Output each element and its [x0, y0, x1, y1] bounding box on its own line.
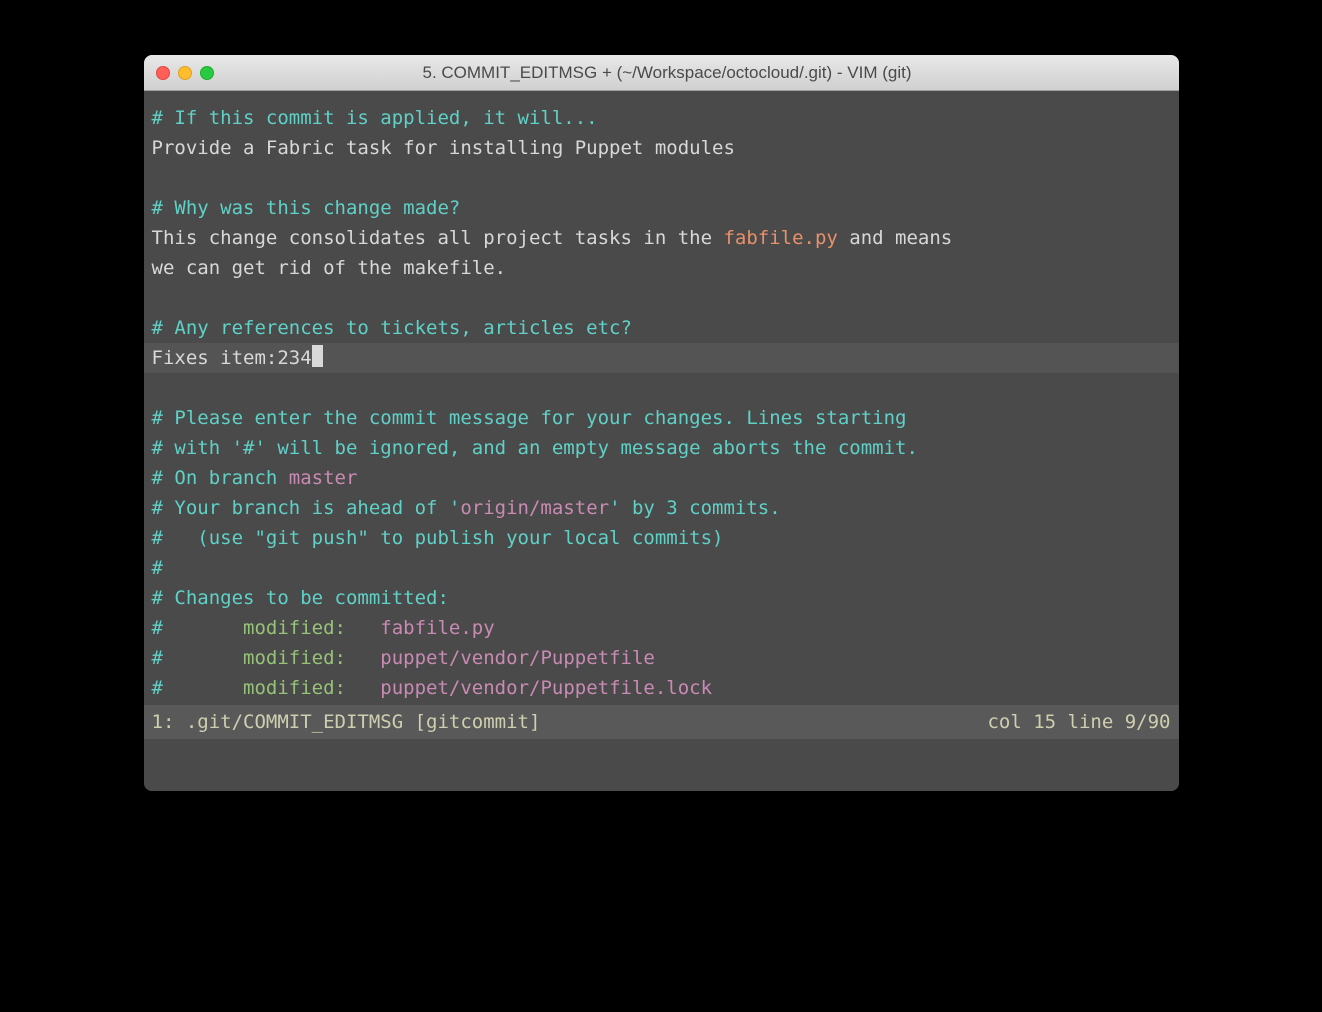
filename-highlight: fabfile.py — [723, 227, 837, 249]
comment-line: # If this commit is applied, it will... — [152, 107, 598, 129]
modified-file: puppet/vendor/Puppetfile — [380, 647, 655, 669]
vim-statusbar: 1: .git/COMMIT_EDITMSG [gitcommit] col 1… — [144, 705, 1179, 739]
modified-file: fabfile.py — [380, 617, 494, 639]
window-controls — [156, 66, 214, 80]
empty-line — [144, 283, 1179, 313]
branch-comment-prefix: # On branch — [152, 467, 289, 489]
statusbar-file: 1: .git/COMMIT_EDITMSG [gitcommit] — [152, 707, 541, 737]
empty-line — [144, 373, 1179, 403]
comment-line: # Please enter the commit message for yo… — [152, 407, 907, 429]
modified-label: modified: — [163, 647, 380, 669]
modified-label: modified: — [163, 617, 380, 639]
comment-line: # — [152, 557, 163, 579]
remote-comment-suffix: ' by 3 commits. — [609, 497, 781, 519]
vim-editor[interactable]: # If this commit is applied, it will... … — [144, 91, 1179, 791]
body-text: This change consolidates all project tas… — [152, 227, 724, 249]
reference-text: Fixes item:234 — [152, 347, 312, 369]
body-text: and means — [838, 227, 952, 249]
empty-line — [144, 163, 1179, 193]
maximize-button[interactable] — [200, 66, 214, 80]
hash: # — [152, 617, 163, 639]
modified-label: modified: — [163, 677, 380, 699]
remote-branch: origin/master — [460, 497, 609, 519]
comment-line: # Why was this change made? — [152, 197, 461, 219]
modified-file: puppet/vendor/Puppetfile.lock — [380, 677, 712, 699]
branch-name: master — [289, 467, 358, 489]
statusbar-position: col 15 line 9/90 — [987, 707, 1170, 737]
window-title: 5. COMMIT_EDITMSG + (~/Workspace/octoclo… — [228, 63, 1167, 83]
comment-line: # Any references to tickets, articles et… — [152, 317, 632, 339]
comment-line: # with '#' will be ignored, and an empty… — [152, 437, 918, 459]
body-text: we can get rid of the makefile. — [152, 257, 507, 279]
commit-title: Provide a Fabric task for installing Pup… — [152, 137, 735, 159]
hash: # — [152, 677, 163, 699]
remote-comment-prefix: # Your branch is ahead of ' — [152, 497, 461, 519]
cursor — [312, 345, 323, 367]
hash: # — [152, 647, 163, 669]
close-button[interactable] — [156, 66, 170, 80]
window-titlebar[interactable]: 5. COMMIT_EDITMSG + (~/Workspace/octoclo… — [144, 55, 1179, 91]
comment-line: # (use "git push" to publish your local … — [152, 527, 724, 549]
terminal-window: 5. COMMIT_EDITMSG + (~/Workspace/octoclo… — [144, 55, 1179, 791]
cursor-line: Fixes item:234 — [144, 343, 1179, 373]
minimize-button[interactable] — [178, 66, 192, 80]
comment-line: # Changes to be committed: — [152, 587, 449, 609]
command-area[interactable] — [144, 739, 1179, 789]
